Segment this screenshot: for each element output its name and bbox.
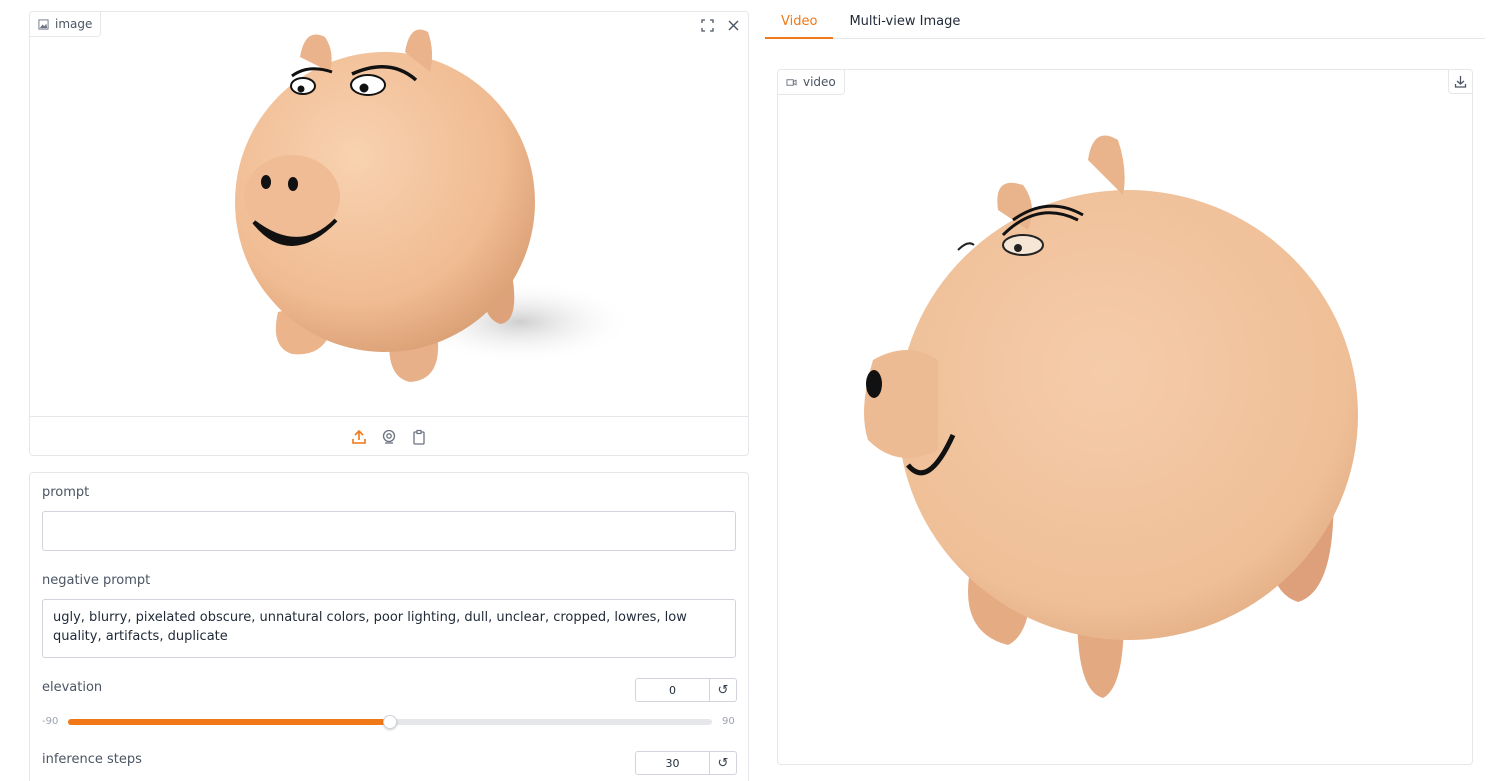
image-block-label-text: image <box>55 17 93 31</box>
video-block-label: video <box>778 70 845 95</box>
clipboard-icon[interactable] <box>408 426 430 448</box>
elevation-number-input[interactable]: 0 <box>635 678 710 702</box>
video-output-panel[interactable]: video <box>777 69 1473 765</box>
tab-multi-view-image[interactable]: Multi-view Image <box>833 6 976 39</box>
output-video[interactable] <box>778 70 1472 764</box>
video-icon <box>786 78 797 86</box>
prompt-input[interactable] <box>42 511 736 551</box>
reset-icon: ↺ <box>717 682 729 698</box>
upload-icon[interactable] <box>348 426 370 448</box>
image-toolbar <box>696 14 744 36</box>
elevation-slider-thumb[interactable] <box>383 715 397 729</box>
reset-icon: ↺ <box>717 755 729 771</box>
fullscreen-icon[interactable] <box>696 14 718 36</box>
elevation-label: elevation <box>42 680 103 695</box>
video-block-label-text: video <box>803 75 836 89</box>
inference-steps-number-input[interactable]: 30 <box>635 751 710 775</box>
input-image <box>30 12 748 416</box>
negative-prompt-label: negative prompt <box>42 573 151 588</box>
download-icon[interactable] <box>1448 70 1472 94</box>
tab-video[interactable]: Video <box>765 6 834 39</box>
image-input-panel[interactable]: image <box>29 11 749 456</box>
elevation-min: -90 <box>42 716 59 727</box>
parameters-panel: prompt negative prompt ugly, blurry, pix… <box>29 472 749 781</box>
negative-prompt-input[interactable]: ugly, blurry, pixelated obscure, unnatur… <box>42 599 736 658</box>
prompt-label: prompt <box>42 485 90 500</box>
left-gutter <box>0 0 20 781</box>
output-tabs: Video Multi-view Image <box>765 6 1485 39</box>
webcam-icon[interactable] <box>378 426 400 448</box>
inference-steps-label: inference steps <box>42 752 142 767</box>
elevation-slider-fill <box>68 719 390 725</box>
elevation-max: 90 <box>722 716 735 727</box>
inference-steps-reset-button[interactable]: ↺ <box>710 751 737 775</box>
close-icon[interactable] <box>722 14 744 36</box>
elevation-slider[interactable] <box>68 715 712 729</box>
image-source-bar <box>30 416 748 455</box>
image-block-label: image <box>30 12 102 37</box>
image-icon <box>38 18 49 30</box>
elevation-reset-button[interactable]: ↺ <box>710 678 737 702</box>
